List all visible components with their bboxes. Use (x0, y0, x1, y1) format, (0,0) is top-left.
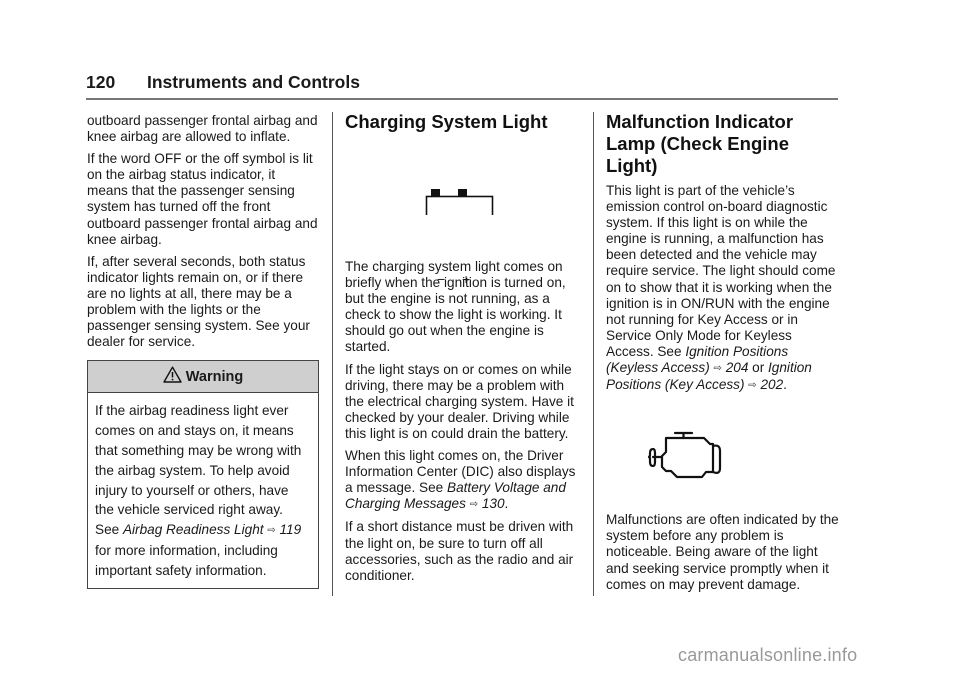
column-malfunction-indicator: Malfunction Indicator Lamp (Check Engine… (606, 111, 842, 599)
paragraph: If the light stays on or comes on while … (345, 361, 574, 441)
section-title: Instruments and Controls (147, 72, 360, 92)
paragraph: This light is part of the vehicle’s emis… (606, 183, 842, 394)
xref-airbag-readiness-light[interactable]: Airbag Readiness Light (123, 522, 264, 537)
paragraph: Malfunctions are often indicated by the … (606, 512, 839, 592)
paragraph: If a short distance must be driven with … (345, 519, 574, 583)
column-airbag: outboard passenger frontal airbag and kn… (87, 113, 319, 590)
paragraph: If, after several seconds, both status i… (87, 253, 310, 350)
xref-arrow-icon: ⇨ (267, 525, 276, 537)
warning-box: Warning If the airbag readiness light ev… (87, 360, 319, 590)
check-engine-icon (606, 400, 842, 512)
text-part: . (504, 496, 509, 512)
paragraph: outboard passenger frontal airbag and kn… (87, 113, 318, 145)
xref-page[interactable]: 130 (482, 496, 505, 511)
xref-page[interactable]: 119 (279, 522, 301, 537)
paragraph: If the word OFF or the off symbol is lit… (87, 151, 318, 247)
warning-text: If the airbag readiness light ever comes… (88, 393, 318, 588)
page-number: 120 (86, 72, 116, 92)
warning-header: Warning (88, 361, 318, 394)
column-divider (332, 112, 333, 596)
page-header: 120 Instruments and Controls (86, 70, 838, 100)
xref-arrow-icon: ⇨ (469, 499, 479, 511)
column-divider (593, 112, 594, 596)
xref-arrow-icon: ⇨ (748, 380, 757, 392)
warning-text-part: If the airbag readiness light ever comes… (95, 403, 302, 538)
text-part: or (748, 360, 769, 376)
xref-arrow-icon: ⇨ (713, 363, 722, 375)
xref-page[interactable]: 204 (726, 360, 749, 375)
text-part: . (783, 377, 787, 393)
column-charging-system: Charging System Light − + The charging s… (345, 111, 580, 590)
battery-icon (345, 133, 580, 215)
paragraph: The charging system light comes on brief… (345, 259, 566, 355)
paragraph: When this light comes on, the Driver Inf… (345, 448, 580, 513)
warning-text-part: for more information, including importan… (95, 542, 278, 578)
text-part: This light is part of the vehicle’s emis… (606, 183, 836, 359)
heading-malfunction-indicator-lamp: Malfunction Indicator Lamp (Check Engine… (606, 111, 794, 176)
xref-page[interactable]: 202 (760, 377, 783, 392)
warning-title: Warning (185, 368, 244, 385)
watermark: carmanualsonline.info (678, 645, 858, 665)
heading-charging-system-light: Charging System Light (345, 111, 548, 132)
warning-triangle-icon (163, 366, 182, 387)
